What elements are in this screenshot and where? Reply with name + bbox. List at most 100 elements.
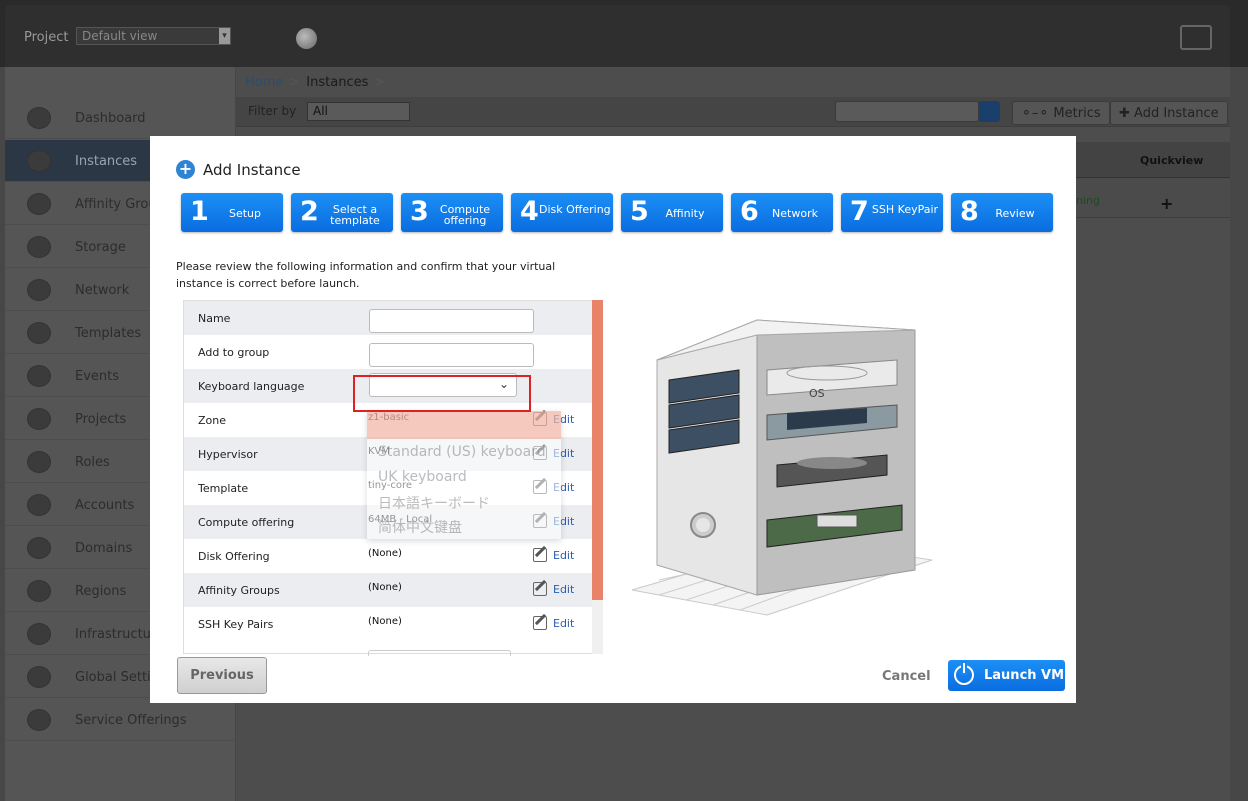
row-label: Zone (198, 414, 227, 427)
sidebar-item-label: Events (75, 369, 120, 384)
keyboard-option[interactable]: 日本語キーボード (378, 493, 490, 513)
sidebar-item-label: Storage (75, 240, 126, 255)
sidebar-item-label: Regions (75, 584, 127, 599)
add-instance-button[interactable]: ✚ Add Instance (1110, 101, 1228, 125)
sidebar-item-label: Templates (75, 326, 142, 341)
search-input[interactable] (835, 101, 979, 122)
breadcrumb-separator-2: > (374, 75, 386, 90)
breadcrumb-separator: > (289, 75, 301, 90)
step-label: Review (995, 207, 1035, 220)
edit-link[interactable]: Edit (553, 583, 574, 596)
sidebar-item-service-offerings[interactable]: Service Offerings (5, 699, 235, 741)
storage-icon (27, 236, 51, 258)
wizard-step-1[interactable]: 1 Setup (181, 193, 283, 232)
os-label: OS (809, 387, 825, 400)
globe-icon (27, 580, 51, 602)
plus-icon: ✚ (1119, 106, 1135, 121)
globe-icon[interactable] (296, 28, 317, 49)
add-instance-label: Add Instance (1134, 106, 1219, 121)
sidebar-item-label: Network (75, 283, 130, 298)
step-label: Disk Offering (539, 203, 611, 216)
edit-icon[interactable] (533, 616, 547, 630)
row-label: Add to group (198, 346, 270, 359)
metrics-label: Metrics (1053, 106, 1101, 121)
sidebar-item-dashboard[interactable]: Dashboard (5, 97, 235, 139)
launch-vm-label: Launch VM (984, 668, 1065, 683)
computer-case-illustration: OS (631, 319, 933, 616)
keyboard-language-dropdown-list: Standard (US) keyboard UK keyboard 日本語キー… (367, 411, 561, 539)
filter-label: Filter by (248, 104, 297, 118)
metrics-icon: ⚬–⚬ (1021, 106, 1054, 121)
edit-link[interactable]: Edit (553, 549, 574, 562)
sidebar-item-label: Infrastructur (75, 627, 157, 642)
dashboard-icon (27, 107, 51, 129)
sidebar-item-label: Dashboard (75, 111, 146, 126)
step-label: Setup (228, 207, 262, 220)
filter-select[interactable]: All (307, 102, 410, 121)
quickview-header: Quickview (1140, 154, 1204, 167)
wizard-step-4[interactable]: 4 Disk Offering (511, 193, 613, 232)
review-row-ssh-key-pairs: SSH Key Pairs (None) Edit (184, 607, 592, 641)
cloud-icon (27, 150, 51, 172)
calendar-icon (27, 365, 51, 387)
wizard-step-8[interactable]: 8 Review (951, 193, 1053, 232)
edit-icon[interactable] (533, 582, 547, 596)
breadcrumb-home[interactable]: Home (245, 75, 283, 90)
scrollbar-thumb[interactable] (592, 300, 603, 600)
keyboard-option[interactable]: Standard (US) keyboard (378, 444, 546, 460)
review-row-affinity-groups: Affinity Groups (None) Edit (184, 573, 592, 607)
project-select[interactable]: Default view ▾ (76, 27, 231, 45)
cancel-button[interactable]: Cancel (882, 669, 931, 684)
sidebar-item-label: Domains (75, 541, 133, 556)
roles-icon (27, 451, 51, 473)
sidebar-item-label: Projects (75, 412, 127, 427)
row-label: Disk Offering (198, 550, 270, 563)
partial-input-field[interactable] (368, 650, 511, 656)
certificate-icon[interactable] (1180, 25, 1212, 50)
domains-icon (27, 537, 51, 559)
sidebar-item-label: Affinity Grou (75, 197, 157, 212)
row-label: Keyboard language (198, 380, 305, 393)
edit-link[interactable]: Edit (553, 617, 574, 630)
affinity-icon (27, 193, 51, 215)
quickview-plus-icon[interactable]: + (1160, 194, 1173, 213)
wizard-step-6[interactable]: 6 Network (731, 193, 833, 232)
wizard-step-5[interactable]: 5 Affinity (621, 193, 723, 232)
breadcrumb: Home > Instances > (245, 75, 391, 90)
step-label: Affinity (665, 207, 705, 220)
row-label: SSH Key Pairs (198, 618, 274, 631)
previous-button[interactable]: Previous (177, 657, 267, 694)
highlight-annotation-box (353, 375, 531, 412)
chevron-down-icon: ▾ (219, 28, 230, 44)
wizard-step-2[interactable]: 2 Select a template (291, 193, 393, 232)
step-number: 6 (740, 196, 759, 227)
power-icon (954, 663, 974, 685)
metrics-button[interactable]: ⚬–⚬ Metrics (1012, 101, 1110, 125)
review-row-name: Name (184, 301, 592, 335)
review-row-add-to-group: Add to group (184, 335, 592, 369)
step-label: Compute offering (439, 203, 491, 227)
project-label: Project (24, 30, 69, 45)
review-row-disk-offering: Disk Offering (None) Edit (184, 539, 592, 573)
keyboard-option[interactable]: UK keyboard (378, 469, 467, 485)
user-icon (27, 494, 51, 516)
project-select-value: Default view (82, 29, 158, 43)
wizard-step-7[interactable]: 7 SSH KeyPair (841, 193, 943, 232)
launch-vm-button[interactable]: Launch VM (948, 660, 1065, 691)
keyboard-option[interactable]: 简体中文键盘 (378, 517, 462, 537)
step-number: 4 (520, 196, 539, 227)
step-number: 7 (850, 196, 869, 227)
review-intro-text: Please review the following information … (176, 260, 556, 290)
globe-icon (27, 666, 51, 688)
search-icon[interactable] (979, 101, 1000, 122)
gear-icon (27, 709, 51, 731)
network-icon (27, 279, 51, 301)
group-input[interactable] (369, 343, 534, 367)
name-input[interactable] (369, 309, 534, 333)
row-value: (None) (368, 548, 402, 559)
edit-icon[interactable] (533, 548, 547, 562)
wizard-step-3[interactable]: 3 Compute offering (401, 193, 503, 232)
row-label: Hypervisor (198, 448, 258, 461)
templates-icon (27, 322, 51, 344)
step-number: 2 (300, 196, 319, 227)
